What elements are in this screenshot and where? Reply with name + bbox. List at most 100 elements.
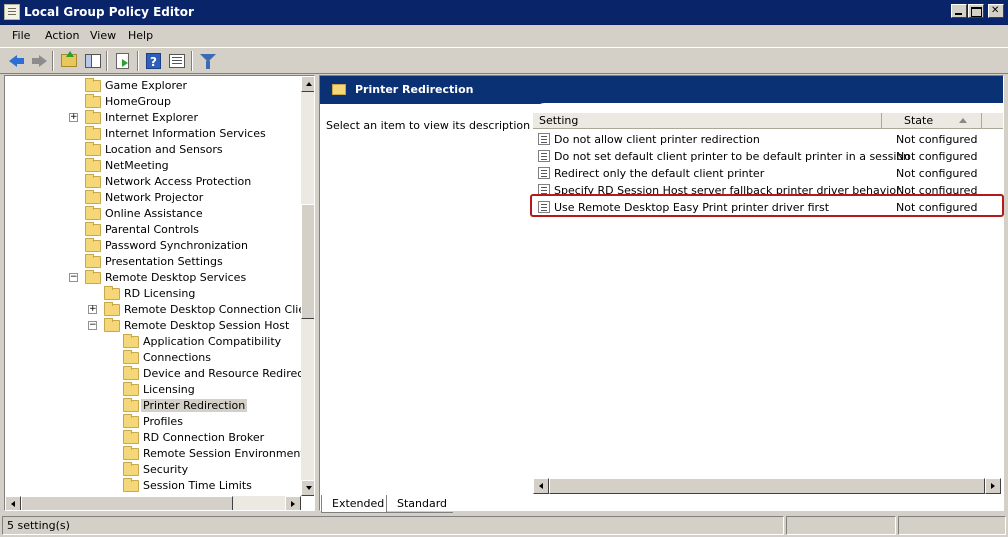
maximize-button[interactable] xyxy=(968,4,984,18)
export-list-button[interactable] xyxy=(112,51,134,71)
tree-item-label: Presentation Settings xyxy=(105,255,223,268)
back-button[interactable] xyxy=(6,51,28,71)
policy-setting-row[interactable]: Use Remote Desktop Easy Print printer dr… xyxy=(533,199,1003,216)
list-hscroll-thumb[interactable] xyxy=(549,478,985,494)
tree-item[interactable]: Password Synchronization xyxy=(5,238,301,254)
up-one-level-button[interactable] xyxy=(58,51,80,71)
column-header-filler xyxy=(982,113,1003,129)
policy-setting-row[interactable]: Redirect only the default client printer… xyxy=(533,165,1003,182)
menu-file[interactable]: File xyxy=(12,29,30,42)
scroll-down-button[interactable] xyxy=(301,480,314,496)
list-scroll-right-button[interactable] xyxy=(985,478,1001,494)
setting-state: Not configured xyxy=(896,184,978,197)
tree-vertical-scrollbar[interactable] xyxy=(301,76,314,496)
folder-icon xyxy=(332,84,346,95)
column-header-setting[interactable]: Setting xyxy=(533,113,882,129)
tree-item[interactable]: Connections xyxy=(5,350,301,366)
tree-item[interactable]: Session Time Limits xyxy=(5,478,301,494)
tree-item[interactable]: Internet Information Services xyxy=(5,126,301,142)
down-arrow-icon xyxy=(306,486,312,490)
tree-item[interactable]: RD Connection Broker xyxy=(5,430,301,446)
folder-icon xyxy=(123,446,139,460)
expand-icon[interactable]: + xyxy=(69,113,78,122)
folder-icon xyxy=(85,238,101,252)
tree-item[interactable]: Licensing xyxy=(5,382,301,398)
tree-item-label: Remote Desktop Services xyxy=(105,271,247,284)
tree-item[interactable]: + Internet Explorer xyxy=(5,110,301,126)
toolbar-separator xyxy=(106,51,108,71)
policy-setting-row[interactable]: Do not allow client printer redirection N… xyxy=(533,131,1003,148)
tree-horizontal-scrollbar[interactable] xyxy=(5,496,301,510)
forward-button[interactable] xyxy=(28,51,50,71)
tree-item[interactable]: + Remote Desktop Connection Client xyxy=(5,302,314,318)
minimize-button[interactable] xyxy=(951,4,967,18)
scroll-left-button[interactable] xyxy=(5,496,21,510)
folder-icon xyxy=(85,110,101,124)
list-horizontal-scrollbar[interactable] xyxy=(533,478,1001,494)
scroll-right-button[interactable] xyxy=(285,496,301,510)
tree-item-label: RD Licensing xyxy=(124,287,196,300)
tree-item-label: Remote Session Environment xyxy=(143,447,305,460)
back-arrow-icon xyxy=(9,55,24,67)
properties-button[interactable] xyxy=(166,51,188,71)
policy-setting-row[interactable]: Specify RD Session Host server fallback … xyxy=(533,182,1003,199)
filter-icon xyxy=(200,54,216,69)
tree-item-label: Profiles xyxy=(143,415,183,428)
folder-icon xyxy=(85,174,101,188)
tree-item[interactable]: Network Access Protection xyxy=(5,174,301,190)
folder-icon xyxy=(123,430,139,444)
properties-icon xyxy=(169,54,185,68)
scroll-up-button[interactable] xyxy=(301,76,314,92)
setting-state: Not configured xyxy=(896,150,978,163)
tree-item[interactable]: Device and Resource Redirection xyxy=(5,366,314,382)
tree-item[interactable]: NetMeeting xyxy=(5,158,301,174)
tree-item[interactable]: − Remote Desktop Session Host xyxy=(5,318,301,334)
tree-item[interactable]: Game Explorer xyxy=(5,78,301,94)
folder-icon xyxy=(123,478,139,492)
tab-standard[interactable]: Standard xyxy=(387,495,453,513)
folder-icon xyxy=(123,398,139,412)
show-hide-console-tree-button[interactable] xyxy=(82,51,104,71)
folder-icon xyxy=(123,334,139,348)
status-panel-3 xyxy=(898,516,1006,535)
tree-item[interactable]: Location and Sensors xyxy=(5,142,301,158)
column-state-label: State xyxy=(904,114,934,127)
expand-icon[interactable]: + xyxy=(88,305,97,314)
close-button[interactable] xyxy=(988,4,1004,18)
menu-view[interactable]: View xyxy=(90,29,116,42)
tree-item[interactable]: HomeGroup xyxy=(5,94,301,110)
tree-item[interactable]: − Remote Desktop Services xyxy=(5,270,301,286)
tree-item-label: Online Assistance xyxy=(105,207,203,220)
setting-state: Not configured xyxy=(896,167,978,180)
tree-item[interactable]: RD Licensing xyxy=(5,286,301,302)
folder-icon xyxy=(85,142,101,156)
toolbar-separator xyxy=(191,51,193,71)
tree-item[interactable]: Online Assistance xyxy=(5,206,301,222)
filter-button[interactable] xyxy=(197,51,219,71)
help-button[interactable]: ? xyxy=(143,51,165,71)
folder-icon xyxy=(123,350,139,364)
settings-list[interactable]: Setting State Do not allow client printe… xyxy=(531,103,1003,510)
tree-item[interactable]: Parental Controls xyxy=(5,222,301,238)
tree-item[interactable]: Profiles xyxy=(5,414,301,430)
menu-help[interactable]: Help xyxy=(128,29,153,42)
tree-scroll-thumb[interactable] xyxy=(301,204,314,319)
collapse-icon[interactable]: − xyxy=(88,321,97,330)
tree-item[interactable]: Security xyxy=(5,462,301,478)
collapse-icon[interactable]: − xyxy=(69,273,78,282)
tree-item[interactable]: Printer Redirection xyxy=(5,398,301,414)
tree-hscroll-thumb[interactable] xyxy=(21,496,233,510)
console-tree[interactable]: Game Explorer HomeGroup + Internet Explorer… xyxy=(4,75,315,511)
list-scroll-left-button[interactable] xyxy=(533,478,549,494)
export-list-icon xyxy=(116,53,129,69)
tree-item[interactable]: Remote Session Environment xyxy=(5,446,305,462)
policy-editor-app-icon xyxy=(4,4,20,20)
tree-item-label: Internet Information Services xyxy=(105,127,266,140)
tab-extended[interactable]: Extended xyxy=(321,495,387,513)
tree-item[interactable]: Network Projector xyxy=(5,190,301,206)
tree-item[interactable]: Application Compatibility xyxy=(5,334,301,350)
tree-item[interactable]: Presentation Settings xyxy=(5,254,301,270)
menu-action[interactable]: Action xyxy=(45,29,79,42)
policy-setting-row[interactable]: Do not set default client printer to be … xyxy=(533,148,1003,165)
column-header-state[interactable]: State xyxy=(882,113,982,129)
